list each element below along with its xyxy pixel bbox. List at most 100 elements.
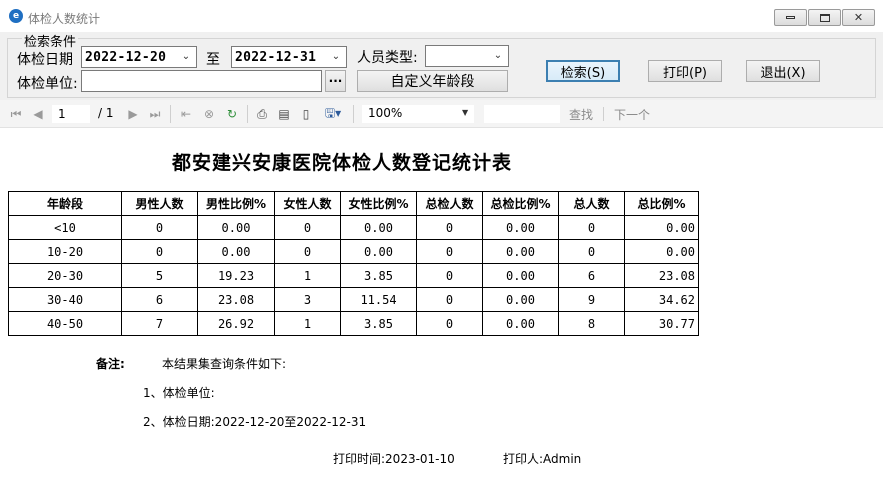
table-cell: 0.00	[340, 239, 417, 264]
minimize-button[interactable]	[774, 9, 807, 26]
table-cell: 3.85	[340, 263, 417, 288]
zoom-select[interactable]: 100%	[362, 105, 474, 123]
table-cell: 30-40	[8, 287, 122, 312]
last-page-icon[interactable]: ⏭	[147, 106, 163, 122]
stop-icon[interactable]: ⊗	[201, 106, 217, 122]
column-header: 女性比例%	[340, 191, 417, 216]
search-button[interactable]: 检索(S)	[546, 60, 620, 82]
table-cell: 9	[558, 287, 625, 312]
table-cell: 0	[416, 239, 483, 264]
table-cell: 0.00	[624, 239, 699, 264]
page-number-input[interactable]: 1	[52, 105, 90, 123]
page-setup-icon[interactable]: ▯	[298, 106, 314, 122]
person-type-label: 人员类型:	[357, 50, 418, 66]
table-cell: 19.23	[197, 263, 275, 288]
table-cell: 5	[121, 263, 198, 288]
exit-button[interactable]: 退出(X)	[746, 60, 820, 82]
date-to-picker[interactable]: 2022-12-31 ⌄	[231, 46, 347, 68]
table-cell: 0.00	[197, 239, 275, 264]
find-button[interactable]: 查找	[569, 106, 593, 123]
toolbar-separator	[353, 105, 354, 123]
table-cell: 3	[274, 287, 341, 312]
maximize-icon	[819, 13, 830, 22]
chevron-down-icon: ⌄	[181, 51, 191, 62]
table-cell: 0.00	[197, 215, 275, 240]
window-title: 体检人数统计	[28, 12, 101, 26]
first-page-icon[interactable]: ⏮	[8, 106, 24, 122]
back-icon[interactable]: ⇤	[178, 106, 194, 122]
title-bar: e 体检人数统计 ✕	[0, 0, 883, 32]
table-cell: 0.00	[340, 215, 417, 240]
maximize-button[interactable]	[808, 9, 841, 26]
date-separator: 至	[206, 52, 220, 68]
column-header: 总人数	[558, 191, 625, 216]
export-icon[interactable]: 🖫▾	[321, 106, 345, 122]
group-label: 检索条件	[22, 35, 79, 50]
prev-page-icon[interactable]: ◀	[30, 106, 46, 122]
page-layout-icon[interactable]: ▤	[276, 106, 292, 122]
next-page-icon[interactable]: ▶	[125, 106, 141, 122]
printer-name: 打印人:Admin	[503, 452, 582, 466]
print-button[interactable]: 打印(P)	[648, 60, 722, 82]
table-cell: 1	[274, 263, 341, 288]
table-cell: 30.77	[624, 311, 699, 336]
close-button[interactable]: ✕	[842, 9, 875, 26]
date-from-picker[interactable]: 2022-12-20 ⌄	[81, 46, 197, 68]
table-cell: 6	[558, 263, 625, 288]
note-intro: 本结果集查询条件如下:	[162, 357, 287, 371]
table-row: 10-20 0 0.00 0 0.00 0 0.00 0 0.00	[8, 239, 699, 264]
date-label: 体检日期	[17, 52, 73, 68]
report-page: 都安建兴安康医院体检人数登记统计表 年龄段 男性人数 男性比例% 女性人数 女性…	[0, 128, 883, 477]
chevron-down-icon: ⌄	[493, 50, 503, 61]
page-total: / 1	[98, 106, 114, 120]
note-label: 备注:	[96, 357, 125, 371]
table-cell: 0	[558, 215, 625, 240]
table-cell: 10-20	[8, 239, 122, 264]
column-header: 男性人数	[121, 191, 198, 216]
date-from-value: 2022-12-20	[85, 50, 167, 65]
table-cell: 0.00	[482, 239, 559, 264]
minimize-icon	[786, 16, 795, 19]
table-cell: 7	[121, 311, 198, 336]
table-cell: <10	[8, 215, 122, 240]
table-row: 30-40 6 23.08 3 11.54 0 0.00 9 34.62	[8, 287, 699, 312]
table-cell: 40-50	[8, 311, 122, 336]
table-cell: 23.08	[624, 263, 699, 288]
unit-input[interactable]	[81, 70, 322, 92]
table-cell: 0	[416, 311, 483, 336]
toolbar-separator	[170, 105, 171, 123]
date-to-value: 2022-12-31	[235, 50, 317, 65]
close-icon: ✕	[853, 11, 864, 24]
table-cell: 1	[274, 311, 341, 336]
table-cell: 20-30	[8, 263, 122, 288]
stats-table: 年龄段 男性人数 男性比例% 女性人数 女性比例% 总检人数 总检比例% 总人数…	[8, 191, 699, 336]
table-cell: 0	[416, 263, 483, 288]
refresh-icon[interactable]: ↻	[224, 106, 240, 122]
custom-age-range-button[interactable]: 自定义年龄段	[357, 70, 508, 92]
column-header: 年龄段	[8, 191, 122, 216]
table-cell: 0	[274, 215, 341, 240]
table-header-row: 年龄段 男性人数 男性比例% 女性人数 女性比例% 总检人数 总检比例% 总人数…	[8, 191, 699, 216]
table-cell: 0.00	[624, 215, 699, 240]
find-input[interactable]	[484, 105, 560, 123]
toolbar-separator	[603, 107, 604, 121]
table-cell: 0	[416, 215, 483, 240]
column-header: 总检人数	[416, 191, 483, 216]
table-cell: 3.85	[340, 311, 417, 336]
unit-label: 体检单位:	[17, 76, 78, 92]
table-row: 40-50 7 26.92 1 3.85 0 0.00 8 30.77	[8, 311, 699, 336]
table-cell: 0	[558, 239, 625, 264]
chevron-down-icon: ▼	[462, 108, 469, 117]
note-item-unit: 1、体检单位:	[143, 386, 215, 400]
search-panel: 检索条件 体检日期 2022-12-20 ⌄ 至 2022-12-31 ⌄ 人员…	[0, 32, 883, 100]
table-cell: 0	[416, 287, 483, 312]
table-cell: 0.00	[482, 215, 559, 240]
browse-unit-button[interactable]: ···	[325, 70, 346, 92]
find-next-button[interactable]: 下一个	[614, 106, 650, 123]
print-icon[interactable]: ⎙	[254, 106, 270, 122]
app-icon: e	[9, 9, 23, 23]
table-cell: 0.00	[482, 263, 559, 288]
person-type-select[interactable]: ⌄	[425, 45, 509, 67]
table-cell: 0	[274, 239, 341, 264]
table-cell: 8	[558, 311, 625, 336]
